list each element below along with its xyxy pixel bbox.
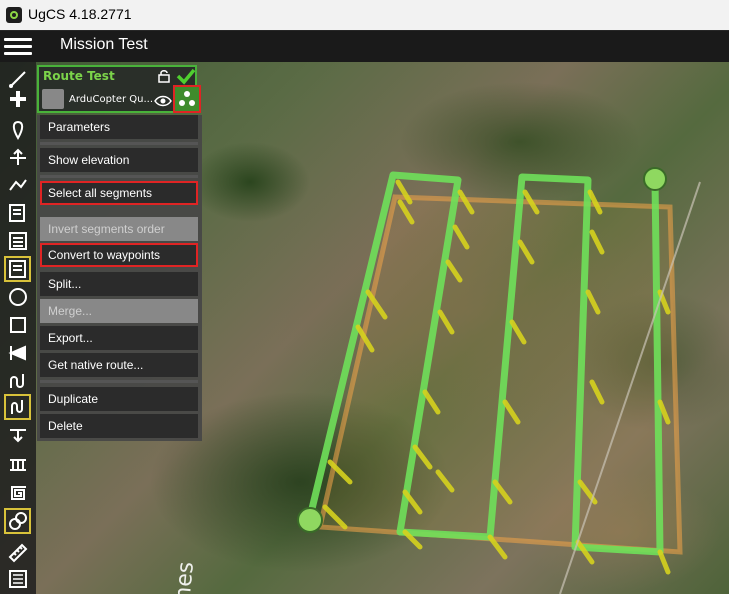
route-context-menu: Parameters Show elevation Select all seg… (37, 115, 202, 441)
menu-separator (40, 175, 198, 178)
menu-item-show-elevation[interactable]: Show elevation (40, 148, 198, 172)
menu-separator (40, 380, 198, 383)
map-road-label: mes (170, 560, 199, 594)
menu-separator (40, 142, 198, 145)
survey-icon[interactable] (4, 256, 31, 282)
area-scan-icon[interactable] (4, 200, 31, 226)
mission-title: Mission Test (60, 36, 148, 53)
facade-icon[interactable] (4, 452, 31, 478)
corridor-icon[interactable] (4, 368, 31, 394)
tools-toolbar (0, 62, 36, 594)
route-name: Route Test (43, 69, 115, 83)
app-header: Mission Test (0, 30, 729, 62)
window-title: UgCS 4.18.2771 (28, 6, 132, 22)
drone-thumbnail (42, 89, 64, 109)
takeoff-icon[interactable] (4, 144, 31, 170)
lock-icon[interactable] (157, 69, 171, 83)
eye-icon[interactable] (154, 94, 172, 108)
menu-item-delete[interactable]: Delete (40, 414, 198, 438)
menu-item-duplicate[interactable]: Duplicate (40, 387, 198, 411)
spline-icon[interactable] (4, 394, 31, 420)
window-titlebar: UgCS 4.18.2771 (0, 0, 729, 31)
menu-item-export[interactable]: Export... (40, 326, 198, 350)
hamburger-menu-icon[interactable] (4, 35, 32, 57)
menu-item-convert-to-waypoints[interactable]: Convert to waypoints (40, 243, 198, 267)
check-icon[interactable] (176, 67, 196, 85)
vehicle-name: ArduCopter Qu... (69, 94, 154, 105)
menu-item-split[interactable]: Split... (40, 272, 198, 296)
segments-icon (179, 91, 195, 106)
rectangle-icon[interactable] (4, 312, 31, 338)
app-logo-icon (6, 7, 22, 23)
segments-icon[interactable] (4, 508, 31, 534)
landing-icon[interactable] (4, 420, 31, 446)
add-icon[interactable] (4, 86, 31, 112)
waypoint-icon[interactable] (4, 118, 31, 144)
ruler-icon[interactable] (4, 540, 31, 566)
circle-icon[interactable] (4, 284, 31, 310)
photogrammetry-icon[interactable] (4, 228, 31, 254)
menu-item-get-native-route[interactable]: Get native route... (40, 353, 198, 377)
perimeter-icon[interactable] (4, 340, 31, 366)
menu-item-merge: Merge... (40, 299, 198, 323)
route-start-point[interactable] (297, 507, 323, 533)
spiral-icon[interactable] (4, 480, 31, 506)
map-layer-icon[interactable] (4, 566, 31, 592)
menu-item-invert-segments-order: Invert segments order (40, 217, 198, 241)
route-end-point[interactable] (643, 167, 667, 191)
segments-menu-button[interactable] (173, 85, 201, 113)
menu-item-parameters[interactable]: Parameters (40, 115, 198, 139)
polyline-icon[interactable] (4, 172, 31, 198)
menu-item-select-all-segments[interactable]: Select all segments (40, 181, 198, 205)
